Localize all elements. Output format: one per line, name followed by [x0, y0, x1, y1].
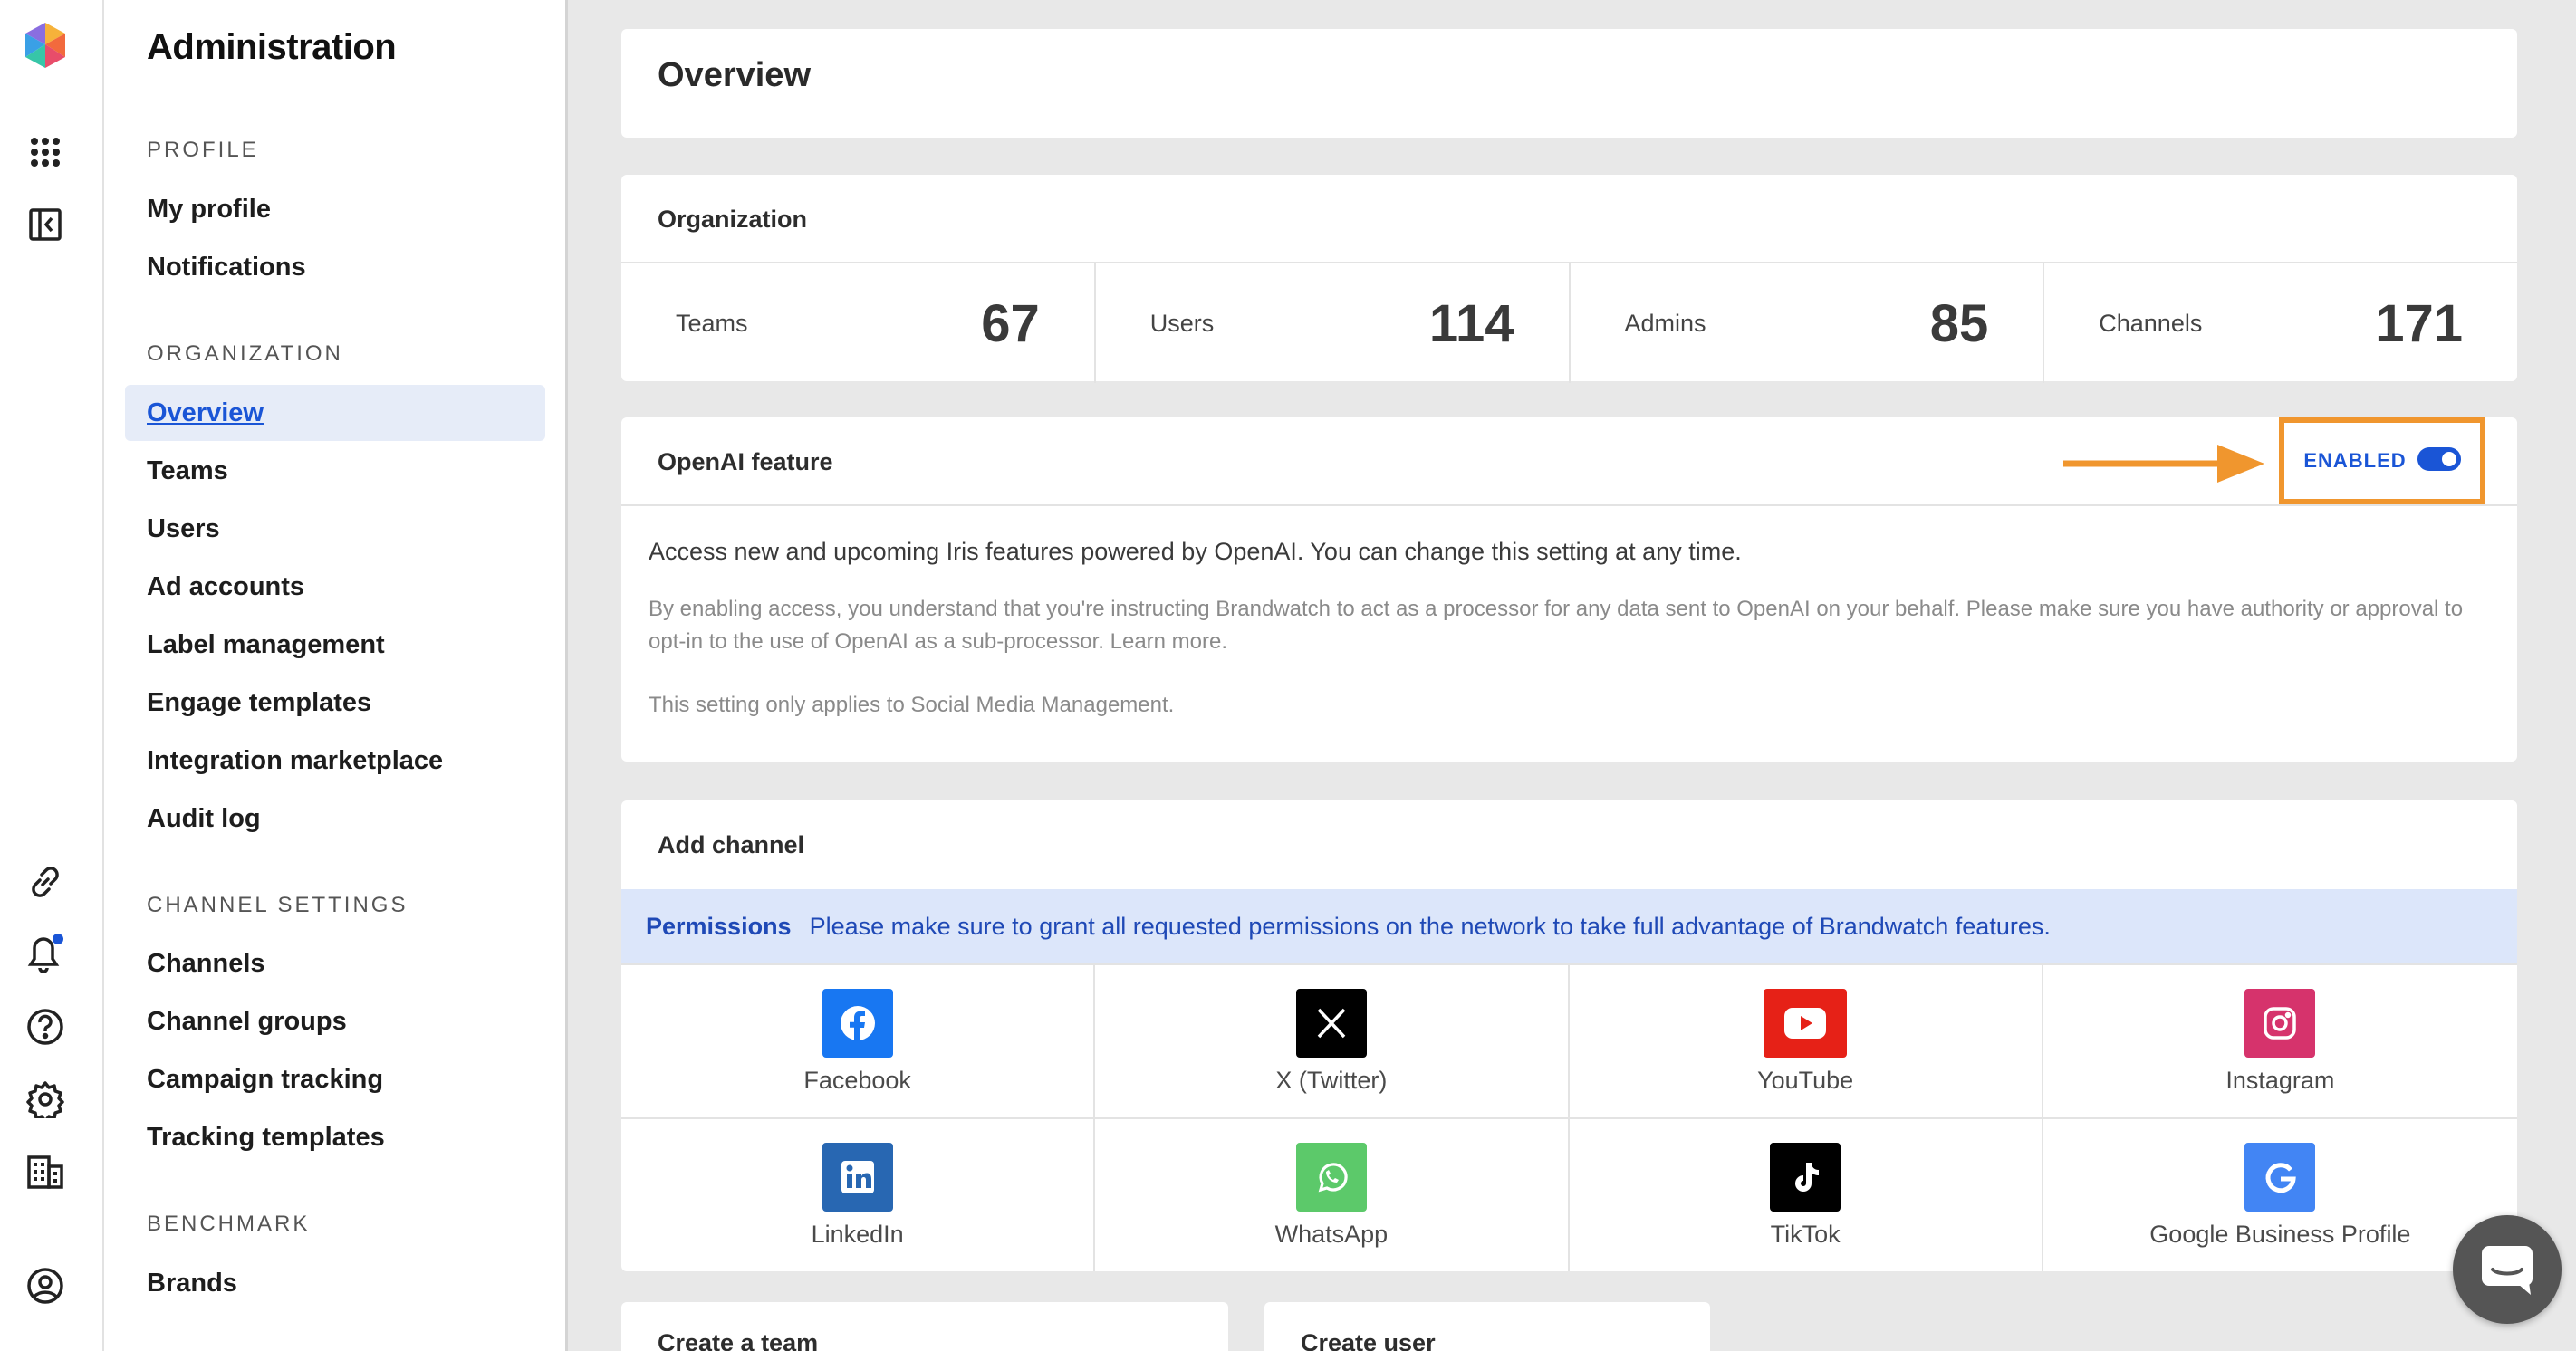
tiktok-icon	[1770, 1142, 1841, 1212]
sidebar-item-my-profile[interactable]: My profile	[125, 181, 545, 237]
channel-tiktok[interactable]: TikTok	[1569, 1117, 2043, 1271]
openai-fine-print: By enabling access, you understand that …	[649, 597, 2464, 654]
openai-title: OpenAI feature	[658, 448, 833, 475]
facebook-icon	[822, 988, 893, 1058]
organization-card: Organization Teams 67 Users 114 Admins 8…	[621, 175, 2517, 383]
stat-admins[interactable]: Admins 85	[1571, 263, 2045, 383]
section-channel-settings: CHANNEL SETTINGS	[147, 893, 409, 917]
stat-label: Admins	[1624, 309, 1706, 337]
toggle-switch[interactable]	[2417, 447, 2461, 471]
permissions-label: Permissions	[646, 912, 792, 940]
channel-label: Facebook	[803, 1066, 911, 1094]
channel-whatsapp[interactable]: WhatsApp	[1095, 1117, 1570, 1271]
channel-label: LinkedIn	[811, 1220, 904, 1248]
channel-label: Instagram	[2225, 1066, 2335, 1094]
stat-label: Users	[1149, 309, 1215, 337]
icon-rail	[0, 0, 104, 1351]
stat-value: 114	[1428, 293, 1514, 353]
stat-label: Channels	[2099, 309, 2203, 337]
sidebar-item-campaign-tracking[interactable]: Campaign tracking	[125, 1051, 545, 1107]
collapse-sidebar-icon[interactable]	[22, 201, 69, 248]
logo-icon[interactable]	[22, 22, 69, 69]
link-icon[interactable]	[22, 858, 69, 905]
sidebar-item-notifications[interactable]: Notifications	[125, 239, 545, 295]
openai-description: Access new and upcoming Iris features po…	[649, 538, 1742, 565]
instagram-icon	[2244, 988, 2316, 1058]
youtube-icon	[1764, 988, 1848, 1058]
channel-facebook[interactable]: Facebook	[621, 963, 1096, 1117]
google-icon	[2244, 1142, 2316, 1212]
add-channel-title: Add channel	[658, 831, 805, 858]
channel-label: WhatsApp	[1274, 1220, 1389, 1248]
organization-title: Organization	[658, 206, 808, 233]
channel-x-twitter[interactable]: X (Twitter)	[1095, 963, 1570, 1117]
channel-label: X (Twitter)	[1275, 1066, 1388, 1094]
building-icon[interactable]	[22, 1148, 69, 1195]
stat-value: 171	[2375, 293, 2463, 353]
sidebar-item-label-management[interactable]: Label management	[125, 617, 545, 673]
channel-google-business-profile[interactable]: Google Business Profile	[2043, 1117, 2517, 1271]
stat-label: Teams	[676, 309, 748, 337]
stat-value: 67	[981, 293, 1040, 353]
whatsapp-icon	[1295, 1142, 1367, 1212]
permissions-text: Please make sure to grant all requested …	[809, 912, 2051, 940]
create-user-title: Create user	[1301, 1329, 1436, 1351]
gear-icon[interactable]	[22, 1076, 69, 1123]
apps-grid-icon[interactable]	[22, 129, 69, 176]
sidebar-item-teams[interactable]: Teams	[125, 443, 545, 499]
admin-sidebar: Administration PROFILE My profile Notifi…	[104, 0, 568, 1351]
stat-channels[interactable]: Channels 171	[2044, 263, 2517, 383]
stat-value: 85	[1929, 293, 1989, 353]
help-icon[interactable]	[22, 1003, 69, 1050]
channel-label: Google Business Profile	[2149, 1220, 2411, 1248]
account-icon[interactable]	[22, 1262, 69, 1309]
channel-youtube[interactable]: YouTube	[1569, 963, 2043, 1117]
channel-linkedin[interactable]: LinkedIn	[621, 1117, 1096, 1271]
linkedin-icon	[822, 1142, 893, 1212]
channel-label: YouTube	[1757, 1066, 1854, 1094]
permissions-banner: Permissions Please make sure to grant al…	[621, 889, 2517, 963]
section-benchmark: BENCHMARK	[147, 1212, 311, 1236]
create-team-title: Create a team	[658, 1329, 819, 1351]
x-twitter-icon	[1295, 988, 1367, 1058]
arrow-right-icon	[2063, 445, 2264, 483]
chat-icon	[2482, 1246, 2533, 1295]
bell-icon[interactable]	[22, 931, 69, 978]
sidebar-item-channels[interactable]: Channels	[125, 935, 545, 992]
sidebar-item-brands[interactable]: Brands	[125, 1255, 545, 1311]
sidebar-title: Administration	[147, 27, 397, 67]
openai-toggle[interactable]: ENABLED	[2279, 417, 2485, 504]
stat-users[interactable]: Users 114	[1096, 263, 1571, 383]
create-team-card[interactable]: Create a team	[621, 1302, 1228, 1351]
section-organization: ORGANIZATION	[147, 341, 343, 366]
sidebar-item-engage-templates[interactable]: Engage templates	[125, 675, 545, 731]
chat-button[interactable]	[2453, 1215, 2562, 1324]
sidebar-item-audit-log[interactable]: Audit log	[125, 790, 545, 847]
sidebar-item-integration-marketplace[interactable]: Integration marketplace	[125, 733, 545, 789]
section-profile: PROFILE	[147, 138, 259, 162]
channel-label: TikTok	[1770, 1220, 1841, 1248]
stat-teams[interactable]: Teams 67	[621, 263, 1096, 383]
toggle-label: ENABLED	[2303, 449, 2407, 472]
page-title: Overview	[658, 56, 811, 94]
channel-instagram[interactable]: Instagram	[2043, 963, 2517, 1117]
overview-header-card: Overview	[621, 29, 2517, 138]
sidebar-item-ad-accounts[interactable]: Ad accounts	[125, 559, 545, 615]
sidebar-item-channel-groups[interactable]: Channel groups	[125, 993, 545, 1049]
openai-scope-note: This setting only applies to Social Medi…	[649, 693, 1175, 717]
sidebar-item-users[interactable]: Users	[125, 501, 545, 557]
sidebar-item-overview[interactable]: Overview	[125, 385, 545, 441]
openai-feature-card: OpenAI feature ENABLED Access new and up…	[621, 417, 2517, 762]
create-user-card[interactable]: Create user	[1264, 1302, 1710, 1351]
sidebar-item-tracking-templates[interactable]: Tracking templates	[125, 1109, 545, 1165]
add-channel-card: Add channel Permissions Please make sure…	[621, 800, 2517, 1271]
